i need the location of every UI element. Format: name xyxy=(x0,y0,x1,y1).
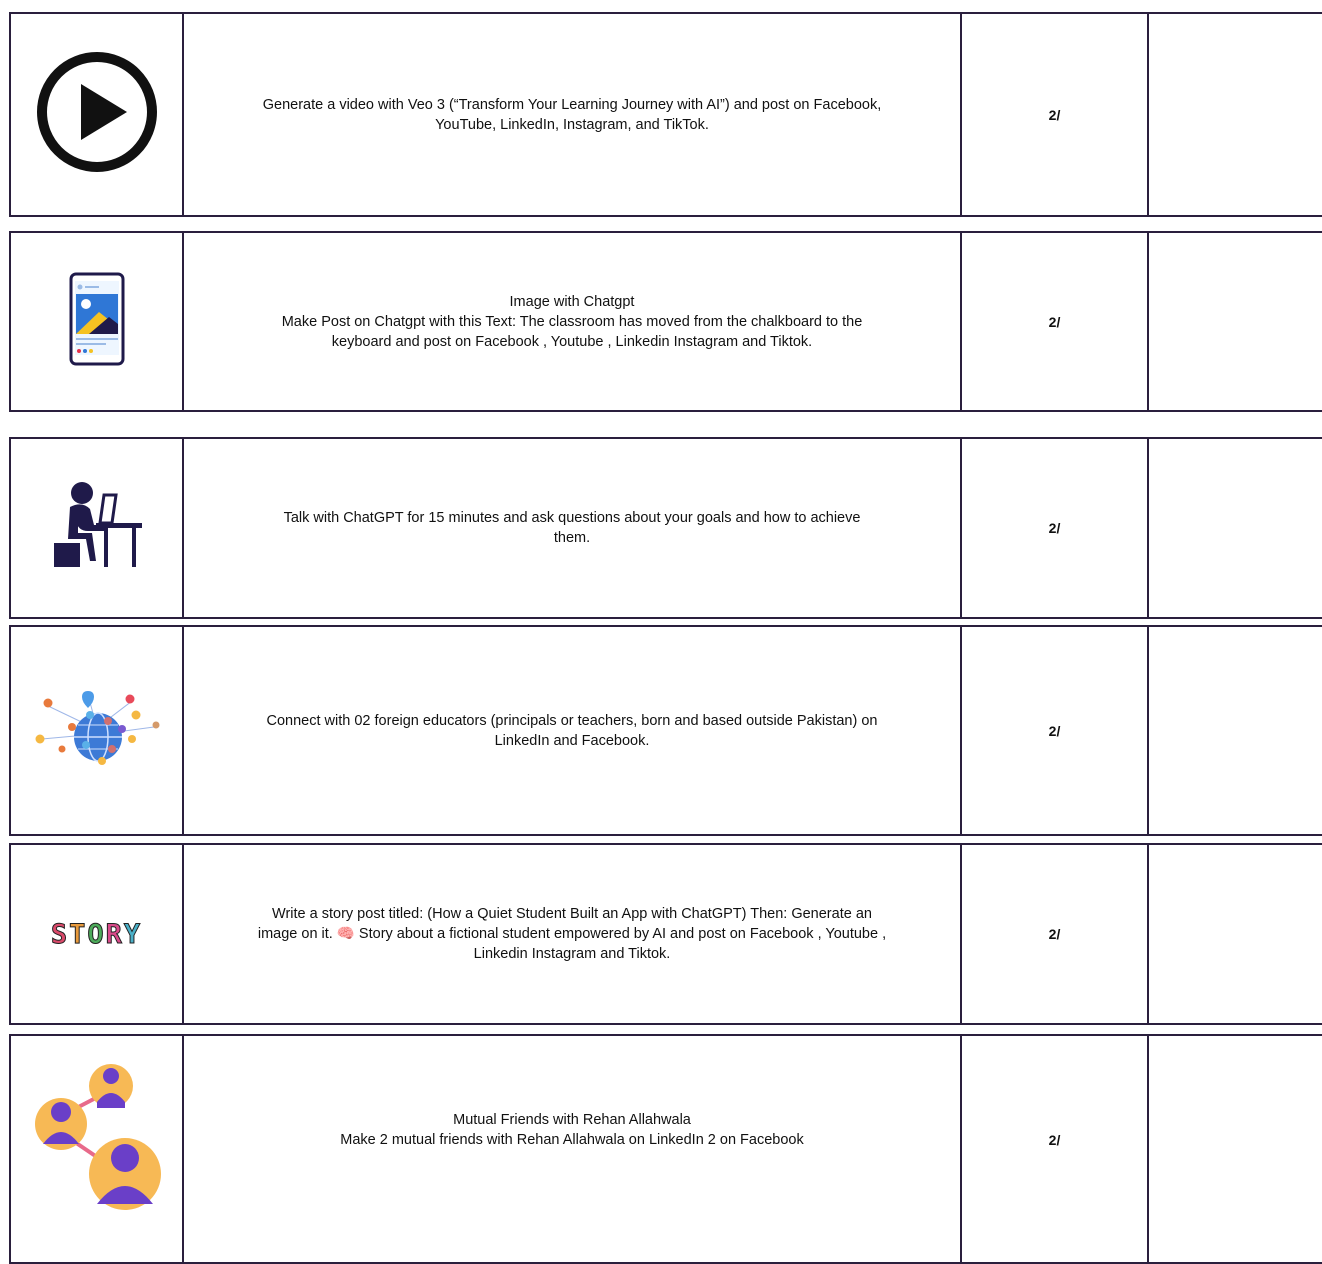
blank-cell xyxy=(1147,845,1322,1023)
task-row: Connect with 02 foreign educators (princ… xyxy=(9,625,1322,836)
task-row: S T O R Y Write a story post titled: (Ho… xyxy=(9,843,1322,1025)
score-cell: 2/ xyxy=(960,1036,1147,1262)
task-line: image on it. 🧠 Story about a fictional s… xyxy=(257,926,887,942)
task-row: Mutual Friends with Rehan Allahwala Make… xyxy=(9,1034,1322,1264)
icon-cell xyxy=(11,14,182,215)
task-description: Mutual Friends with Rehan Allahwala Make… xyxy=(182,1036,960,1262)
task-line: keyboard and post on Facebook , Youtube … xyxy=(331,333,813,350)
task-row: Generate a video with Veo 3 (“Transform … xyxy=(9,12,1322,217)
task-line: them. xyxy=(553,530,591,546)
task-line: Linkedin Instagram and Tiktok. xyxy=(473,946,671,962)
score-cell: 2/ xyxy=(960,627,1147,834)
score-cell: 2/ xyxy=(960,439,1147,617)
mutual-friends-icon xyxy=(27,1042,167,1217)
task-row: Image with Chatgpt Make Post on Chatgpt … xyxy=(9,231,1322,412)
score-cell: 2/ xyxy=(960,233,1147,410)
task-line: Connect with 02 foreign educators (princ… xyxy=(266,712,878,729)
task-description: Connect with 02 foreign educators (princ… xyxy=(182,627,960,834)
task-line: Mutual Friends with Rehan Allahwala xyxy=(453,1112,691,1128)
icon-cell xyxy=(11,233,182,410)
task-line: Generate a video with Veo 3 (“Transform … xyxy=(262,96,882,113)
task-description: Image with Chatgpt Make Post on Chatgpt … xyxy=(182,233,960,410)
story-icon: S T O R Y xyxy=(50,918,143,950)
blank-cell xyxy=(1147,627,1322,834)
score-cell: 2/ xyxy=(960,14,1147,215)
blank-cell xyxy=(1147,439,1322,617)
task-line: YouTube, LinkedIn, Instagram, and TikTok… xyxy=(435,116,709,133)
task-row: Talk with ChatGPT for 15 minutes and ask… xyxy=(9,437,1322,619)
story-letter: R xyxy=(105,918,124,950)
blank-cell xyxy=(1147,14,1322,215)
story-letter: O xyxy=(87,918,106,950)
task-description: Write a story post titled: (How a Quiet … xyxy=(182,845,960,1023)
task-line: Talk with ChatGPT for 15 minutes and ask… xyxy=(283,510,861,526)
global-network-icon xyxy=(32,687,162,774)
task-line: Make 2 mutual friends with Rehan Allahwa… xyxy=(340,1132,804,1148)
task-line: Make Post on Chatgpt with this Text: The… xyxy=(281,313,863,330)
task-line: Image with Chatgpt xyxy=(509,293,635,310)
task-line: LinkedIn and Facebook. xyxy=(494,732,650,749)
task-description: Talk with ChatGPT for 15 minutes and ask… xyxy=(182,439,960,617)
person-at-laptop-icon xyxy=(52,481,142,576)
story-letter: Y xyxy=(123,918,143,950)
phone-image-post-icon xyxy=(69,272,125,371)
icon-cell: S T O R Y xyxy=(11,845,182,1023)
icon-cell xyxy=(11,627,182,834)
score-cell: 2/ xyxy=(960,845,1147,1023)
blank-cell xyxy=(1147,233,1322,410)
task-description: Generate a video with Veo 3 (“Transform … xyxy=(182,14,960,215)
story-letter: T xyxy=(69,918,88,950)
icon-cell xyxy=(11,439,182,617)
play-icon xyxy=(35,50,159,179)
task-line: Write a story post titled: (How a Quiet … xyxy=(272,906,872,922)
blank-cell xyxy=(1147,1036,1322,1262)
icon-cell xyxy=(11,1036,182,1262)
story-letter: S xyxy=(50,918,70,950)
